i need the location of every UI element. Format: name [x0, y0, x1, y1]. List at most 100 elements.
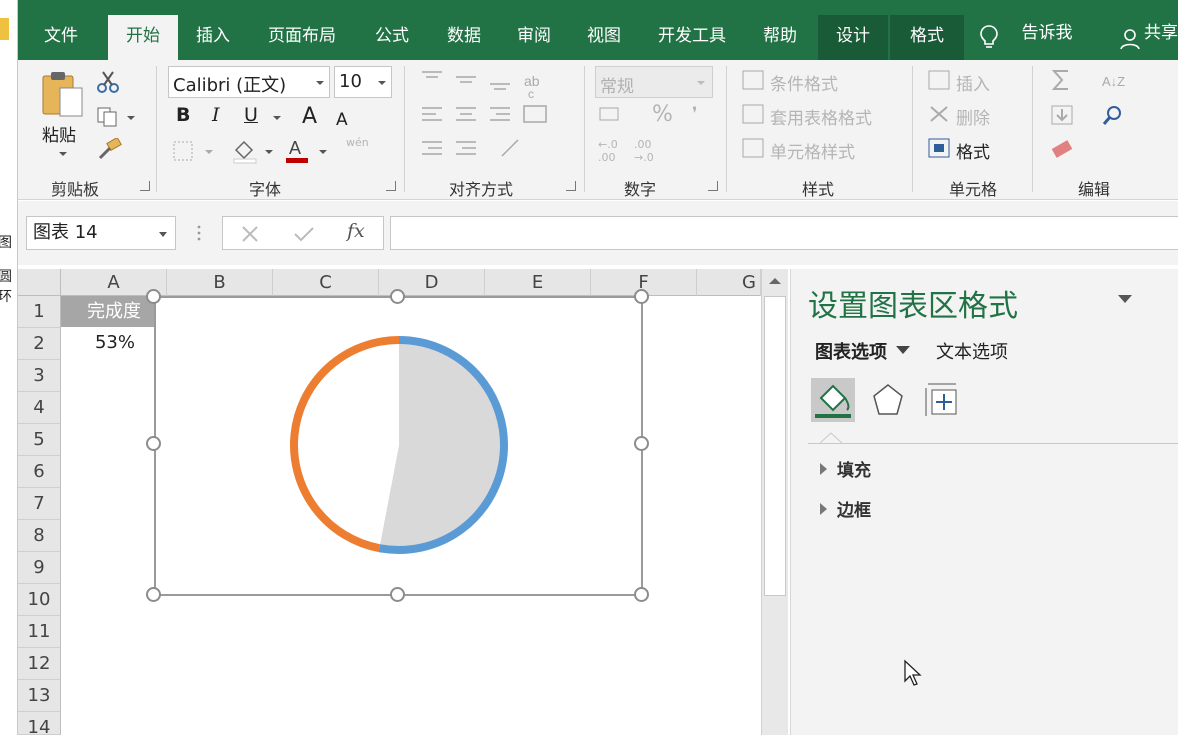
tab-chart-format[interactable]: 格式: [890, 15, 964, 60]
scroll-up-icon[interactable]: [768, 276, 782, 286]
decrease-decimal-button[interactable]: .00 →.0: [634, 138, 664, 164]
font-color-icon[interactable]: A: [284, 136, 310, 164]
enter-icon[interactable]: [293, 225, 315, 243]
row-header-7[interactable]: 7: [18, 488, 61, 520]
font-name-box[interactable]: Calibri (正文): [168, 66, 330, 98]
paste-icon[interactable]: [40, 70, 86, 120]
share-button[interactable]: 共享: [1144, 12, 1178, 57]
row-header-11[interactable]: 11: [18, 616, 61, 648]
column-header-e[interactable]: E: [485, 269, 591, 296]
resize-handle[interactable]: [634, 289, 649, 304]
chart-area[interactable]: [154, 296, 643, 596]
alignment-buttons[interactable]: ab c: [418, 66, 558, 166]
scrollbar-thumb[interactable]: [764, 296, 786, 596]
row-header-12[interactable]: 12: [18, 648, 61, 680]
tab-home[interactable]: 开始: [108, 15, 178, 60]
delete-cells-icon[interactable]: [928, 104, 950, 124]
fill-color-icon[interactable]: [232, 138, 258, 164]
tab-file[interactable]: 文件: [30, 15, 92, 60]
chevron-down-icon[interactable]: [126, 114, 136, 122]
number-format-box[interactable]: 常规: [595, 66, 713, 98]
tab-review[interactable]: 审阅: [502, 15, 566, 60]
borders-icon[interactable]: [172, 140, 194, 162]
row-header-9[interactable]: 9: [18, 552, 61, 584]
chevron-down-icon[interactable]: [377, 79, 387, 87]
row-header-13[interactable]: 13: [18, 680, 61, 712]
size-properties-icon[interactable]: [920, 378, 964, 422]
dialog-launcher-icon[interactable]: [566, 181, 576, 191]
tab-page-layout[interactable]: 页面布局: [254, 15, 350, 60]
select-all-corner[interactable]: [18, 269, 61, 296]
comma-style-button[interactable]: ❜: [692, 104, 697, 124]
underline-button[interactable]: U: [244, 104, 258, 126]
conditional-formatting-button[interactable]: 条件格式: [770, 70, 838, 95]
chevron-down-icon[interactable]: [896, 346, 910, 354]
autosum-icon[interactable]: [1050, 68, 1074, 92]
chevron-down-icon[interactable]: [204, 148, 214, 156]
resize-handle[interactable]: [634, 587, 649, 602]
percent-style-button[interactable]: %: [652, 102, 673, 127]
tab-help[interactable]: 帮助: [748, 15, 812, 60]
insert-cells-icon[interactable]: [928, 70, 950, 90]
row-header-10[interactable]: 10: [18, 584, 61, 616]
row-header-4[interactable]: 4: [18, 392, 61, 424]
row-header-3[interactable]: 3: [18, 360, 61, 392]
chevron-down-icon[interactable]: [318, 148, 328, 156]
section-fill[interactable]: 填充: [820, 456, 871, 481]
grip-icon[interactable]: [196, 224, 202, 242]
tab-view[interactable]: 视图: [572, 15, 636, 60]
phonetic-guide-button[interactable]: wén: [346, 136, 369, 149]
tab-data[interactable]: 数据: [432, 15, 496, 60]
conditional-format-icon[interactable]: [742, 70, 764, 90]
cell-styles-icon[interactable]: [742, 138, 764, 158]
format-painter-icon[interactable]: [96, 138, 122, 162]
row-header-2[interactable]: 2: [18, 328, 61, 360]
tab-formulas[interactable]: 公式: [360, 15, 424, 60]
resize-handle[interactable]: [390, 587, 405, 602]
fill-down-icon[interactable]: [1050, 104, 1074, 126]
resize-handle[interactable]: [634, 436, 649, 451]
shrink-font-button[interactable]: A: [336, 110, 348, 130]
tab-chart-design[interactable]: 设计: [818, 15, 888, 60]
column-header-b[interactable]: B: [167, 269, 273, 296]
pie-slice-1[interactable]: [296, 342, 399, 547]
name-box[interactable]: 图表 14: [26, 216, 176, 250]
resize-handle[interactable]: [146, 436, 161, 451]
cell-a2[interactable]: 53%: [61, 328, 167, 358]
dialog-launcher-icon[interactable]: [140, 181, 150, 191]
resize-handle[interactable]: [146, 587, 161, 602]
insert-cells-button[interactable]: 插入: [956, 70, 990, 95]
paste-label[interactable]: 粘贴: [42, 121, 76, 146]
row-header-1[interactable]: 1: [18, 296, 61, 328]
chevron-down-icon[interactable]: [58, 150, 68, 158]
tell-me-search[interactable]: 告诉我: [1010, 12, 1084, 57]
format-cells-icon[interactable]: [928, 138, 950, 158]
dialog-launcher-icon[interactable]: [386, 181, 396, 191]
column-header-g[interactable]: G: [697, 269, 761, 296]
increase-decimal-button[interactable]: ←.0 .00: [598, 138, 628, 164]
cut-icon[interactable]: [96, 70, 120, 94]
tab-chart-options[interactable]: 图表选项: [815, 338, 887, 364]
chevron-down-icon[interactable]: [696, 79, 706, 87]
effects-icon[interactable]: [866, 378, 910, 422]
clear-icon[interactable]: [1050, 138, 1074, 158]
currency-icon[interactable]: [598, 104, 622, 124]
chevron-down-icon[interactable]: [272, 114, 282, 122]
tab-insert[interactable]: 插入: [180, 15, 246, 60]
dialog-launcher-icon[interactable]: [708, 181, 718, 191]
italic-button[interactable]: I: [212, 104, 220, 126]
grow-font-button[interactable]: A: [302, 104, 317, 129]
insert-function-button[interactable]: fx: [347, 220, 365, 242]
tab-text-options[interactable]: 文本选项: [936, 338, 1008, 364]
doughnut-chart[interactable]: [156, 298, 641, 594]
resize-handle[interactable]: [390, 289, 405, 304]
find-select-icon[interactable]: [1102, 104, 1124, 126]
fill-line-icon[interactable]: [811, 378, 855, 422]
row-header-8[interactable]: 8: [18, 520, 61, 552]
format-as-table-icon[interactable]: [742, 104, 764, 124]
row-header-6[interactable]: 6: [18, 456, 61, 488]
row-header-14[interactable]: 14: [18, 712, 61, 735]
resize-handle[interactable]: [146, 289, 161, 304]
sort-filter-icon[interactable]: A↓Z: [1100, 68, 1142, 92]
format-as-table-button[interactable]: 套用表格格式: [770, 104, 872, 129]
